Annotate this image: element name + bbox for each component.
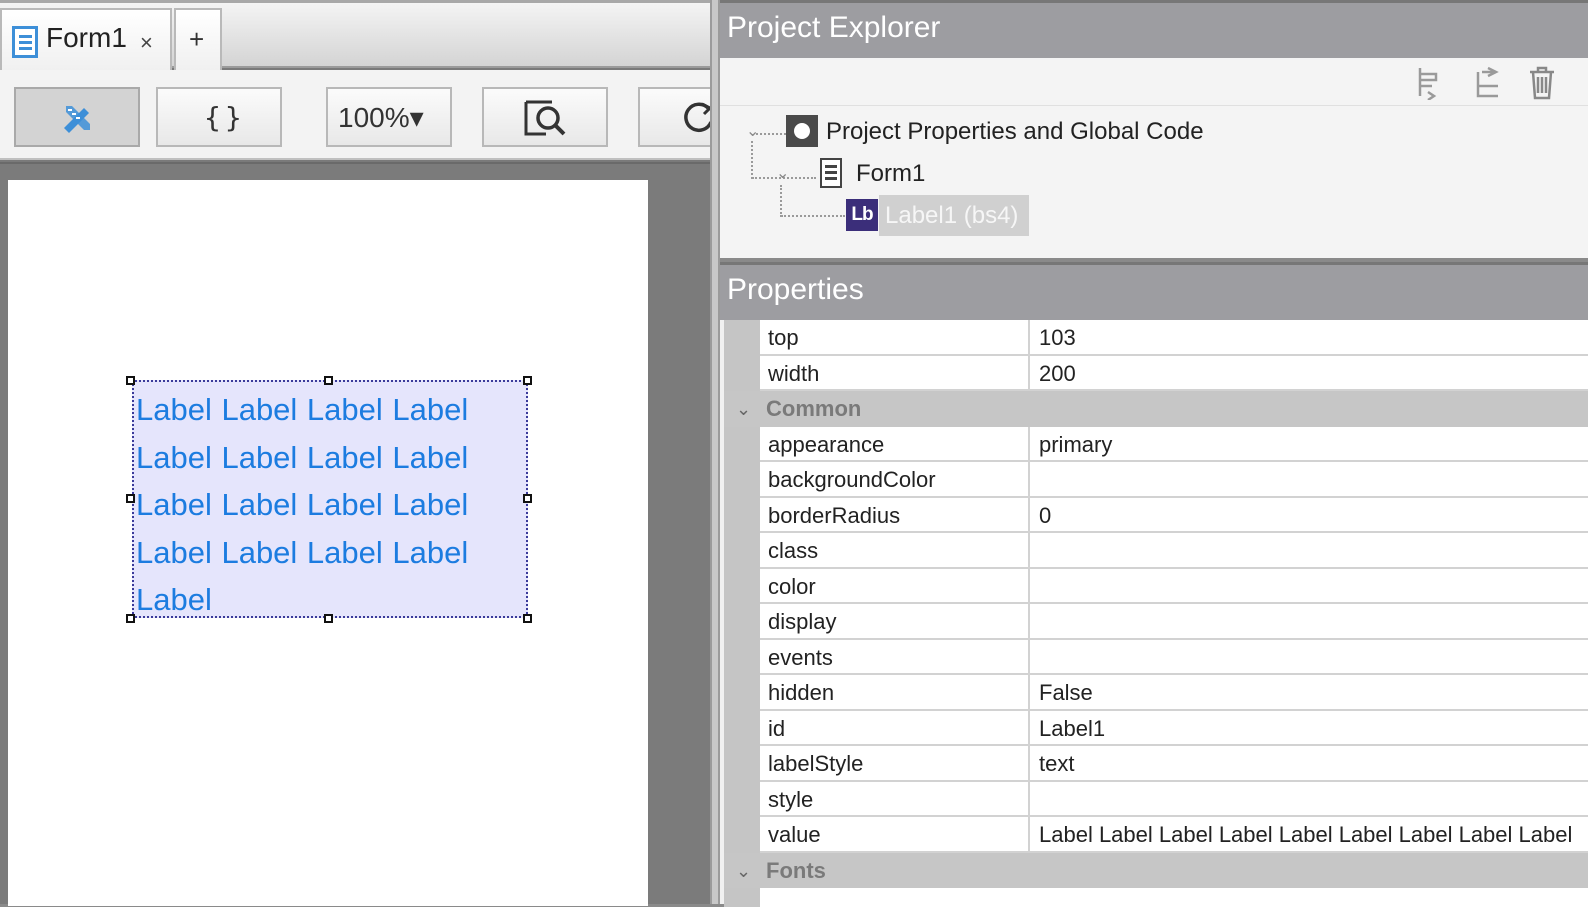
trash-icon[interactable] [1526,64,1558,100]
resize-handle-s[interactable] [324,614,333,623]
project-explorer-panel: Project Explorer ⌄ Project Properties an… [720,0,1588,258]
label1-control[interactable]: Label Label Label Label Label Label Labe… [132,380,528,618]
resize-handle-ne[interactable] [523,376,532,385]
prop-row-display[interactable]: display [760,604,1588,640]
plus-icon: + [189,24,205,54]
braces-icon: {} [204,101,246,134]
properties-panel: Properties top 103 width 200 ⌄ Common ap… [720,262,1588,907]
editor-tab-bar: Form1 × + [0,0,710,71]
design-canvas: Label Label Label Label Label Label Labe… [0,162,710,906]
prop-group-common[interactable]: ⌄ Common [724,391,1588,427]
zoom-select[interactable]: 100%▾ [326,87,452,147]
properties-title: Properties [720,265,1588,320]
project-explorer-title: Project Explorer [720,3,1588,58]
prop-row-appearance[interactable]: appearance primary [760,426,1588,462]
resize-handle-nw[interactable] [126,376,135,385]
prop-row-hidden[interactable]: hidden False [760,675,1588,711]
properties-grid: top 103 width 200 ⌄ Common appearance pr… [724,320,1588,907]
chevron-down-icon: ⌄ [736,860,752,881]
prop-row-backgroundcolor[interactable]: backgroundColor [760,462,1588,498]
resize-handle-e[interactable] [523,494,532,503]
tree-connector [756,133,786,135]
resize-handle-se[interactable] [523,614,532,623]
prop-row-top[interactable]: top 103 [760,320,1588,356]
form-document-icon [820,158,842,188]
prop-row-labelstyle[interactable]: labelStyle text [760,746,1588,782]
prop-row-borderradius[interactable]: borderRadius 0 [760,497,1588,533]
chevron-down-icon[interactable]: ⌄ [746,121,759,141]
tree-connector [751,141,753,179]
chevron-down-icon[interactable]: ⌄ [776,163,789,183]
tab-title: Form1 [46,22,127,53]
prop-row-events[interactable]: events [760,639,1588,675]
zoom-value: 100%▾ [338,102,424,133]
resize-handle-n[interactable] [324,376,333,385]
form-page[interactable]: Label Label Label Label Label Label Labe… [8,180,648,906]
prop-row-width[interactable]: width 200 [760,355,1588,391]
explorer-toolbar [720,58,1588,106]
prop-row-value[interactable]: value Label Label Label Label Label Labe… [760,817,1588,853]
prop-row-color[interactable]: color [760,568,1588,604]
label-component-icon: Lb [846,199,878,231]
preview-button[interactable] [482,87,608,147]
chevron-down-icon: ⌄ [736,399,752,419]
magnify-preview-icon [524,100,566,136]
design-mode-button[interactable] [14,87,140,147]
prop-row-style[interactable]: style [760,781,1588,817]
tree-connector [780,185,782,217]
tree-item-label1[interactable]: Label1 (bs4) [885,202,1018,230]
tab-form1[interactable]: Form1 × [0,8,172,71]
move-in-icon[interactable] [1414,64,1446,100]
project-root-icon [786,115,818,147]
tree-item-form1[interactable]: Form1 [856,160,925,188]
prop-row-class[interactable]: class [760,533,1588,569]
form-editor-pane: Form1 × + {} 100%▾ Label Label Label Lab… [0,0,728,906]
design-tools-icon [64,106,90,133]
resize-handle-w[interactable] [126,494,135,503]
tree-connector [781,215,845,217]
move-out-icon[interactable] [1472,64,1504,100]
form-document-icon [12,26,38,58]
code-mode-button[interactable]: {} [156,87,282,147]
resize-handle-sw[interactable] [126,614,135,623]
tree-item-project-properties[interactable]: Project Properties and Global Code [826,118,1204,146]
prop-group-fonts[interactable]: ⌄ Fonts [724,852,1588,888]
editor-toolbar: {} 100%▾ [0,70,728,160]
add-tab-button[interactable]: + [174,8,222,71]
tab-close-icon[interactable]: × [140,30,153,56]
prop-row-id[interactable]: id Label1 [760,710,1588,746]
pane-splitter[interactable] [710,0,720,904]
